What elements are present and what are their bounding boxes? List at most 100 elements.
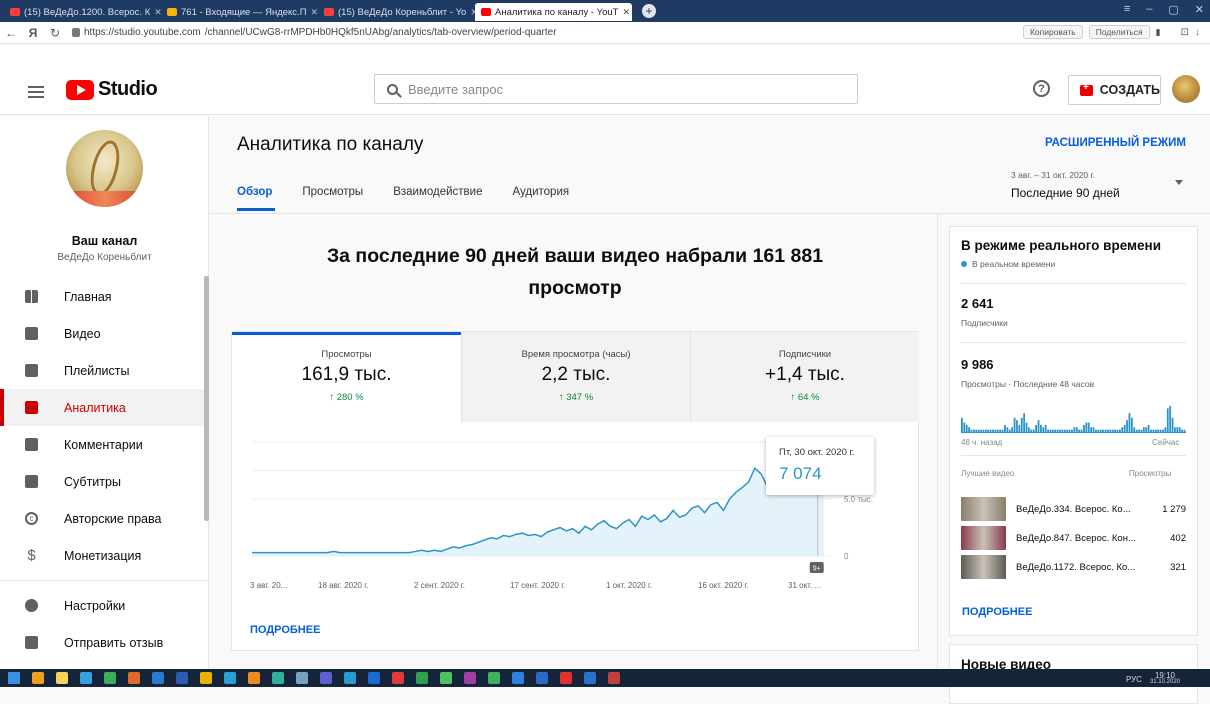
sidebar-item[interactable]: Видео [0,315,209,352]
sidebar-scrollbar[interactable] [204,276,209,521]
close-tab-icon[interactable]: ✕ [154,7,161,18]
sidebar-item[interactable]: Настройки [0,587,209,624]
taskbar-app-icon[interactable] [32,672,44,684]
taskbar-app-icon[interactable] [512,672,524,684]
taskbar-app-icon[interactable] [608,672,620,684]
sidebar-item[interactable]: c Авторские права [0,500,209,537]
taskbar-app-icon[interactable] [440,672,452,684]
realtime-bar-chart[interactable] [961,406,1186,434]
taskbar-app-icon[interactable] [248,672,260,684]
metric-value: +1,4 тыс. [765,364,845,385]
studio-logo[interactable]: Studio [66,78,158,101]
logo-text: Studio [98,78,158,100]
taskbar-app-icon[interactable] [368,672,380,684]
url-field[interactable]: https://studio.youtube.com/channel/UCwG8… [72,27,557,38]
video-thumbnail[interactable] [961,497,1006,521]
help-icon[interactable]: ? [1033,80,1050,97]
close-icon[interactable]: ✕ [1195,3,1204,16]
chart-more-link[interactable]: ПОДРОБНЕЕ [250,624,320,636]
sidebar-item[interactable]: Главная [0,278,209,315]
taskbar-app-icon[interactable] [536,672,548,684]
metric-tab[interactable]: Подписчики +1,4 тыс. ↑ 64 % [690,332,919,422]
top-video-row[interactable]: ВеДеДо.1172. Всерос. Ко... 321 [961,553,1186,581]
analytics-tabs: Обзор Просмотры Взаимодействие Аудитория [237,186,569,198]
video-title[interactable]: ВеДеДо.1172. Всерос. Ко... [1016,562,1146,573]
reload-icon[interactable]: ↻ [44,26,66,40]
browser-tab[interactable]: (15) ВеДеДо Кореньблит - Yo ✕ [318,3,475,21]
sidebar-item[interactable]: Отправить отзыв [0,624,209,661]
video-thumbnail[interactable] [961,526,1006,550]
analytics-tab[interactable]: Аудитория [512,186,569,198]
advanced-mode-link[interactable]: РАСШИРЕННЫЙ РЕЖИМ [1045,137,1186,149]
collections-icon[interactable]: ⊡ [1181,27,1189,38]
browser-tab[interactable]: 761 - Входящие — Яндекс.П ✕ [161,3,318,21]
metric-tab[interactable]: Время просмотра (часы) 2,2 тыс. ↑ 347 % [461,332,690,422]
video-title[interactable]: ВеДеДо.847. Всерос. Кон... [1016,533,1146,544]
taskbar-app-icon[interactable] [344,672,356,684]
taskbar-app-icon[interactable] [488,672,500,684]
taskbar-app-icon[interactable] [56,672,68,684]
taskbar-app-icon[interactable] [416,672,428,684]
sidebar-item[interactable]: Плейлисты [0,352,209,389]
bookmark-icon[interactable]: ▮ [1156,27,1161,38]
copy-button[interactable]: Копировать [1022,25,1083,39]
analytics-tab[interactable]: Просмотры [302,186,363,198]
video-title[interactable]: ВеДеДо.334. Всерос. Ко... [1016,504,1146,515]
hamburger-menu-icon[interactable] [28,83,44,101]
realtime-bar [977,429,980,432]
analytics-tab[interactable]: Обзор [237,186,272,198]
sidebar-item[interactable]: Субтитры [0,463,209,500]
taskbar-app-icon[interactable] [272,672,284,684]
top-video-row[interactable]: ВеДеДо.334. Всерос. Ко... 1 279 [961,495,1186,523]
channel-avatar[interactable] [66,130,143,207]
sidebar-item[interactable]: Комментарии [0,426,209,463]
realtime-more-link[interactable]: ПОДРОБНЕЕ [962,606,1032,618]
taskbar-app-icon[interactable] [392,672,404,684]
realtime-bar [1176,427,1179,432]
taskbar-app-icon[interactable] [104,672,116,684]
taskbar-app-icon[interactable] [176,672,188,684]
download-icon[interactable]: ↓ [1195,27,1200,38]
video-thumbnail[interactable] [961,555,1006,579]
new-tab-button[interactable]: + [642,4,656,18]
taskbar-app-icon[interactable] [560,672,572,684]
back-icon[interactable]: ← [0,26,22,40]
realtime-bar [1054,429,1057,432]
taskbar-app-icon[interactable] [464,672,476,684]
metric-tab[interactable]: Просмотры 161,9 тыс. ↑ 280 % [232,332,461,422]
top-video-row[interactable]: ВеДеДо.847. Всерос. Кон... 402 [961,524,1186,552]
sidebar-item[interactable]: $ Монетизация [0,537,209,574]
realtime-bar [1171,417,1174,432]
taskbar-app-icon[interactable] [296,672,308,684]
create-button[interactable]: СОЗДАТЬ [1068,75,1161,105]
menu-icon[interactable]: ≡ [1124,3,1130,16]
yandex-icon[interactable]: Я [22,26,44,40]
taskbar-app-icon[interactable] [128,672,140,684]
realtime-bar [1032,429,1035,432]
taskbar-app-icon[interactable] [80,672,92,684]
maximize-icon[interactable]: ▢ [1168,3,1178,16]
close-tab-icon[interactable]: ✕ [470,7,475,18]
browser-tab[interactable]: (15) ВеДеДо.1200. Всерос. К ✕ [4,3,161,21]
close-tab-icon[interactable]: ✕ [622,7,630,18]
realtime-bar [987,429,990,432]
close-tab-icon[interactable]: ✕ [311,7,318,18]
browser-tab[interactable]: Аналитика по каналу - YouT ✕ [475,3,632,21]
taskbar-app-icon[interactable] [224,672,236,684]
sidebar-item[interactable]: Аналитика [0,389,209,426]
analytics-tab[interactable]: Взаимодействие [393,186,482,198]
language-indicator[interactable]: РУС [1126,675,1142,684]
taskbar-app-icon[interactable] [152,672,164,684]
account-avatar[interactable] [1172,75,1200,103]
taskbar-app-icon[interactable] [8,672,20,684]
taskbar-app-icon[interactable] [584,672,596,684]
period-select[interactable]: Последние 90 дней [1011,186,1120,200]
taskbar-app-icon[interactable] [320,672,332,684]
minimize-icon[interactable]: – [1146,3,1152,16]
taskbar-app-icon[interactable] [200,672,212,684]
share-button[interactable]: Поделиться [1088,25,1150,39]
search-input[interactable]: Введите запрос [374,74,858,104]
feedback-icon [25,636,38,649]
clock[interactable]: 19:10 31.10.2020 [1150,672,1180,686]
chevron-down-icon[interactable] [1175,180,1183,185]
